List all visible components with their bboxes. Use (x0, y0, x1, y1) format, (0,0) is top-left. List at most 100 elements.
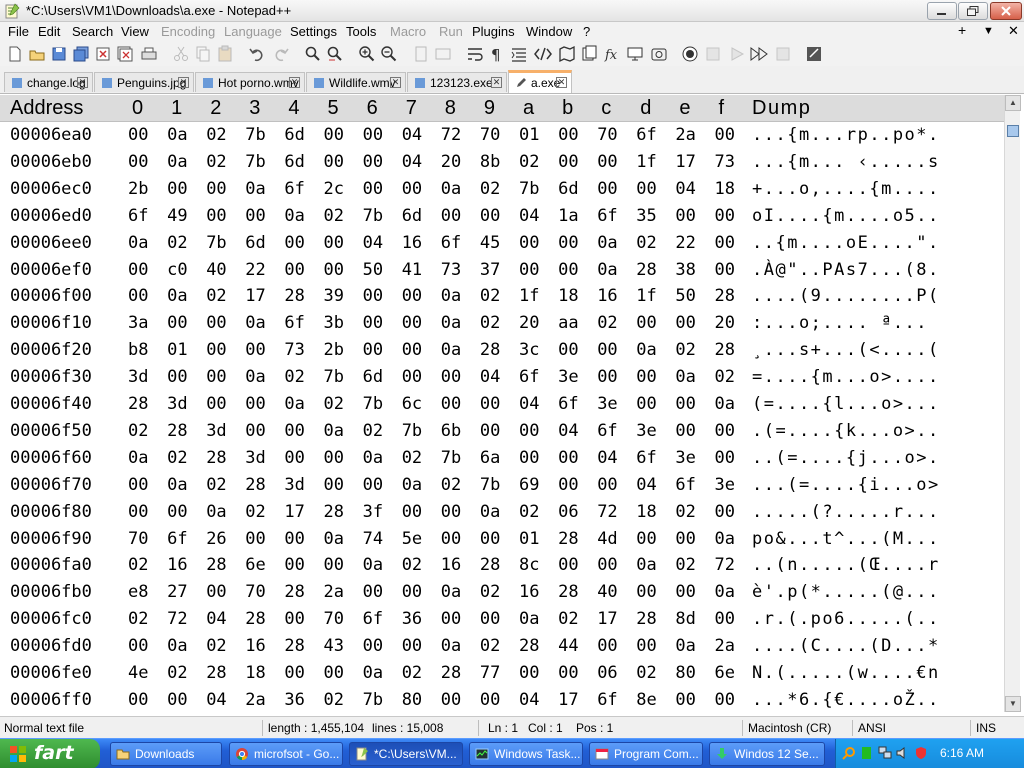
hex-byte[interactable]: 00 (558, 257, 578, 284)
hex-byte[interactable]: 02 (206, 122, 226, 149)
hex-byte[interactable]: 0a (167, 283, 187, 310)
tab-close-icon[interactable]: ✕ (178, 77, 189, 88)
menu-macro[interactable]: Macro (390, 24, 426, 39)
hex-byte[interactable]: 3d (128, 364, 148, 391)
hex-byte[interactable]: 16 (519, 579, 539, 606)
redo-icon[interactable] (272, 45, 290, 63)
hex-byte[interactable]: 04 (519, 203, 539, 230)
hex-byte[interactable]: 00 (558, 472, 578, 499)
hex-byte[interactable]: 0a (167, 472, 187, 499)
hex-byte[interactable]: 00 (715, 445, 735, 472)
hex-byte[interactable]: 40 (597, 579, 617, 606)
row-dump[interactable]: (=....{l...o>... (752, 391, 992, 418)
hex-byte[interactable]: 00 (519, 445, 539, 472)
hex-byte[interactable]: 20 (441, 149, 461, 176)
hex-byte[interactable]: 20 (715, 310, 735, 337)
hex-byte[interactable]: 18 (558, 283, 578, 310)
hex-byte[interactable]: 28 (558, 526, 578, 553)
hex-byte[interactable]: 00 (128, 499, 148, 526)
hex-byte[interactable]: 00 (597, 633, 617, 660)
hex-byte[interactable]: 02 (480, 283, 500, 310)
hex-byte[interactable]: 00 (597, 364, 617, 391)
menu-tools[interactable]: Tools (346, 24, 376, 39)
hex-byte[interactable]: 0a (636, 552, 656, 579)
hex-byte[interactable]: 6f (363, 606, 383, 633)
hex-byte[interactable]: 22 (675, 230, 695, 257)
hex-byte[interactable]: 6f (636, 445, 656, 472)
hex-byte[interactable]: 0a (675, 364, 695, 391)
hex-byte[interactable]: 36 (402, 606, 422, 633)
hex-row[interactable]: 00006fc0 02 72 04 28 00 70 6f 36 00 00 0a 02 17 28 8d 00… (0, 606, 1004, 633)
hex-byte[interactable]: 0a (363, 552, 383, 579)
hex-byte[interactable]: 43 (324, 633, 344, 660)
hex-byte[interactable]: 02 (206, 472, 226, 499)
hex-byte[interactable]: 04 (363, 230, 383, 257)
close-window-button[interactable] (990, 2, 1022, 20)
hex-byte[interactable]: 02 (519, 149, 539, 176)
hex-byte[interactable]: 02 (597, 310, 617, 337)
hex-byte[interactable]: 00 (402, 364, 422, 391)
hex-byte[interactable]: 36 (284, 687, 304, 714)
sync-horizontal-icon[interactable] (434, 45, 452, 63)
hex-byte[interactable]: 00 (636, 364, 656, 391)
hex-byte[interactable]: 4d (597, 526, 617, 553)
security-shield-icon[interactable] (914, 746, 928, 760)
hex-byte[interactable]: 80 (402, 687, 422, 714)
hex-byte[interactable]: 6f (284, 176, 304, 203)
green-flag-icon[interactable] (860, 746, 874, 760)
hex-byte[interactable]: 00 (480, 526, 500, 553)
hex-byte[interactable]: 40 (206, 257, 226, 284)
hex-byte[interactable]: 02 (480, 633, 500, 660)
hex-byte[interactable]: 6d (284, 122, 304, 149)
hex-byte[interactable]: 00 (128, 283, 148, 310)
hex-byte[interactable]: 28 (480, 552, 500, 579)
hex-byte[interactable]: 8d (675, 606, 695, 633)
hex-byte[interactable]: 8b (480, 149, 500, 176)
hex-byte[interactable]: 28 (245, 472, 265, 499)
hex-byte[interactable]: 00 (245, 418, 265, 445)
hex-byte[interactable]: 00 (597, 552, 617, 579)
row-dump[interactable]: =....{m...o>.... (752, 364, 992, 391)
hex-byte[interactable]: 28 (206, 660, 226, 687)
hex-byte[interactable]: 00 (245, 391, 265, 418)
hex-byte[interactable]: 50 (675, 283, 695, 310)
hex-byte[interactable]: 00 (206, 364, 226, 391)
hex-byte[interactable]: 0a (324, 418, 344, 445)
hex-byte[interactable]: 3b (324, 310, 344, 337)
hex-byte[interactable]: 0a (284, 391, 304, 418)
search-icon[interactable] (842, 746, 856, 760)
hex-byte[interactable]: 02 (636, 660, 656, 687)
hex-byte[interactable]: 00 (558, 230, 578, 257)
hex-byte[interactable]: 17 (597, 606, 617, 633)
row-dump[interactable]: ¸...s+...(<....( (752, 337, 992, 364)
hex-byte[interactable]: 00 (363, 122, 383, 149)
hex-byte[interactable]: 00 (245, 526, 265, 553)
hex-byte[interactable]: 00 (519, 660, 539, 687)
hex-byte[interactable]: 00 (206, 391, 226, 418)
hex-byte[interactable]: 0a (675, 633, 695, 660)
hex-byte[interactable]: 00 (441, 203, 461, 230)
word-wrap-icon[interactable] (466, 45, 484, 63)
hex-byte[interactable]: 17 (284, 499, 304, 526)
menu-file[interactable]: File (8, 24, 29, 39)
hex-byte[interactable]: 3d (206, 418, 226, 445)
hex-byte[interactable]: 02 (636, 230, 656, 257)
hex-byte[interactable]: 45 (480, 230, 500, 257)
hex-byte[interactable]: 02 (324, 687, 344, 714)
hex-byte[interactable]: 6f (128, 203, 148, 230)
row-dump[interactable]: ...{m...rp..po*. (752, 122, 992, 149)
hex-byte[interactable]: 02 (675, 337, 695, 364)
hex-byte[interactable]: 7b (480, 472, 500, 499)
hex-row[interactable]: 00006fe0 4e 02 28 18 00 00 0a 02 28 77 00 00 06 02 80 6e… (0, 660, 1004, 687)
hex-byte[interactable]: 00 (675, 391, 695, 418)
hex-byte[interactable]: 04 (402, 149, 422, 176)
hex-byte[interactable]: 7b (402, 418, 422, 445)
hex-byte[interactable]: 28 (715, 283, 735, 310)
row-dump[interactable]: oI....{m....o5.. (752, 203, 992, 230)
save-macro-icon[interactable] (774, 45, 792, 63)
tab-close-icon[interactable]: ✕ (556, 77, 567, 88)
hex-byte[interactable]: 72 (597, 499, 617, 526)
document-map-icon[interactable] (558, 45, 576, 63)
hex-byte[interactable]: 06 (597, 660, 617, 687)
hex-byte[interactable]: 00 (402, 633, 422, 660)
